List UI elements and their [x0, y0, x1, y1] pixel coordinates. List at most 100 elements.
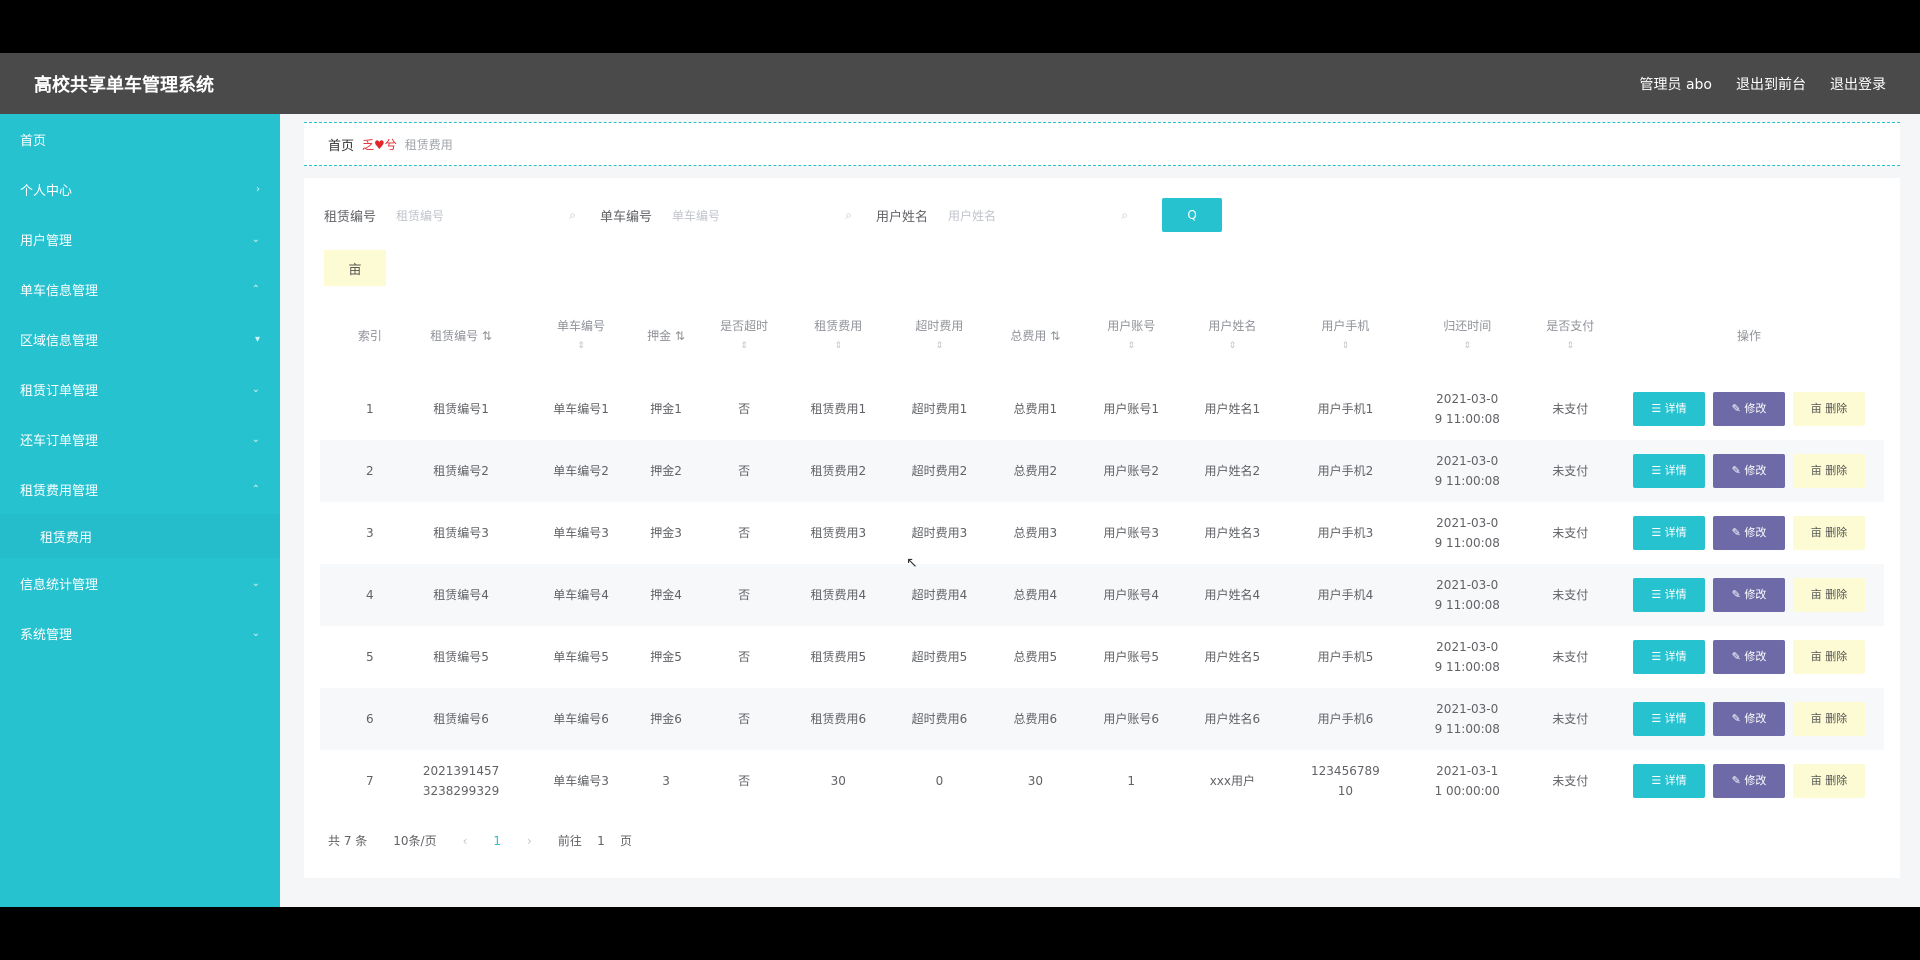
select-all-checkbox[interactable] [320, 294, 348, 378]
table-cell: 2021-03-1 1 00:00:00 [1434, 764, 1500, 798]
bike-no-input[interactable]: 单车编号 ⌕ [662, 198, 863, 232]
edit-button[interactable]: ✎ 修改 [1713, 392, 1785, 426]
content-panel: 租赁编号 租赁编号 ⌕ 单车编号 单车编号 ⌕ 用户姓名 用户姓名 ⌕ Q 亩 [304, 178, 1900, 878]
column-header[interactable]: 租赁费用 ⇕ [788, 294, 889, 378]
table-cell: 否 [700, 564, 788, 626]
next-page-button[interactable]: › [527, 834, 532, 848]
sidebar-item-rental-fees[interactable]: 租赁费用管理 ⌃ [0, 464, 280, 514]
exit-to-front-link[interactable]: 退出到前台 [1736, 74, 1806, 94]
search-icon: ⌕ [845, 207, 853, 222]
sidebar-item-user-management[interactable]: 用户管理 ⌄ [0, 214, 280, 264]
search-button[interactable]: Q [1162, 198, 1223, 232]
edit-button[interactable]: ✎ 修改 [1713, 702, 1785, 736]
row-checkbox[interactable] [320, 750, 348, 812]
table-cell: 未支付 [1526, 688, 1614, 750]
table-cell: xxx用户 [1209, 774, 1256, 788]
table-cell: 租赁编号6 [391, 688, 531, 750]
edit-button[interactable]: ✎ 修改 [1713, 454, 1785, 488]
table-cell: 3 [662, 774, 670, 788]
sidebar-item-area-info[interactable]: 区域信息管理 ▾ [0, 314, 280, 364]
table-cell: 用户姓名3 [1204, 526, 1261, 540]
table-cell: 用户手机6 [1282, 688, 1408, 750]
delete-button[interactable]: 亩 删除 [1793, 516, 1865, 550]
table-cell: 用户账号4 [1080, 564, 1182, 626]
delete-button[interactable]: 亩 删除 [1793, 578, 1865, 612]
table-cell: 押金1 [650, 402, 682, 416]
edit-button[interactable]: ✎ 修改 [1713, 764, 1785, 798]
page-number[interactable]: 1 [493, 834, 501, 848]
table-cell: 用户账号2 [1080, 440, 1182, 502]
column-header[interactable]: 租赁编号 ⇅ [392, 294, 531, 378]
sidebar-item-bike-info[interactable]: 单车信息管理 ⌃ [0, 264, 280, 314]
row-actions: ☰ 详情 ✎ 修改亩 删除 [1614, 564, 1884, 626]
column-header[interactable]: 用户手机 ⇕ [1283, 294, 1408, 378]
sidebar: 首页 个人中心 › 用户管理 ⌄ 单车信息管理 ⌃ 区域信息管理 ▾ 租赁订单管理 ⌄ 还… [0, 114, 280, 907]
delete-button[interactable]: 亩 删除 [1793, 454, 1865, 488]
table-cell: 超时费用4 [888, 564, 990, 626]
row-checkbox[interactable] [320, 440, 348, 502]
table-cell: 3 [366, 526, 374, 540]
row-checkbox[interactable] [320, 626, 348, 688]
sidebar-item-system[interactable]: 系统管理 ⌄ [0, 608, 280, 658]
table-cell: 租赁编号5 [433, 650, 489, 664]
sort-icon: ⇕ [935, 341, 944, 351]
column-header[interactable]: 归还时间 ⇕ [1408, 294, 1527, 378]
table-row: 3 租赁编号3 单车编号3 押金3 否 租赁费用3 超时费用3 总费用3 用户账号3 用户姓名3 用… [320, 502, 1884, 564]
delete-button[interactable]: 亩 删除 [1793, 702, 1865, 736]
column-header[interactable]: 用户账号 ⇕ [1081, 294, 1182, 378]
column-header[interactable]: 索引 [348, 294, 392, 378]
search-icon: ⌕ [1121, 207, 1129, 222]
delete-button[interactable]: 亩 删除 [1793, 640, 1865, 674]
detail-button[interactable]: ☰ 详情 [1633, 640, 1705, 674]
row-checkbox[interactable] [320, 378, 348, 440]
goto-input[interactable]: 1 [597, 834, 605, 848]
detail-button[interactable]: ☰ 详情 [1633, 578, 1705, 612]
table-cell: 总费用3 [1013, 526, 1058, 540]
column-header[interactable]: 总费用 ⇅ [990, 294, 1081, 378]
logout-link[interactable]: 退出登录 [1830, 74, 1886, 94]
detail-button[interactable]: ☰ 详情 [1633, 702, 1705, 736]
table-cell: 押金5 [650, 650, 682, 664]
detail-button[interactable]: ☰ 详情 [1633, 516, 1705, 550]
row-checkbox[interactable] [320, 688, 348, 750]
sidebar-item-statistics[interactable]: 信息统计管理 ⌄ [0, 558, 280, 608]
edit-button[interactable]: ✎ 修改 [1713, 640, 1785, 674]
table-row: 5 租赁编号5 单车编号5 押金5 否 租赁费用5 超时费用5 总费用5 用户账号5 用户姓名5 用… [320, 626, 1884, 688]
mouse-cursor-icon: ↖ [906, 555, 918, 571]
chevron-icon: ⌃ [251, 483, 260, 495]
column-header[interactable]: 是否超时 ⇕ [700, 294, 787, 378]
user-name-input[interactable]: 用户姓名 ⌕ [938, 198, 1139, 232]
prev-page-button[interactable]: ‹ [463, 834, 468, 848]
detail-button[interactable]: ☰ 详情 [1633, 392, 1705, 426]
edit-button[interactable]: ✎ 修改 [1713, 516, 1785, 550]
detail-button[interactable]: ☰ 详情 [1633, 454, 1705, 488]
column-header[interactable]: 超时费用 ⇕ [889, 294, 990, 378]
chevron-icon: ⌄ [251, 433, 260, 445]
breadcrumb-home[interactable]: 首页 [328, 135, 354, 154]
column-header[interactable]: 押金 ⇅ [632, 294, 701, 378]
table-cell: 未支付 [1552, 526, 1589, 540]
column-header[interactable]: 用户姓名 ⇕ [1182, 294, 1283, 378]
sidebar-item-home[interactable]: 首页 [0, 114, 280, 164]
delete-button[interactable]: 亩 删除 [1793, 392, 1865, 426]
delete-button[interactable]: 亩 删除 [1793, 764, 1865, 798]
table-cell: 0 [935, 774, 944, 788]
app-window: 高校共享单车管理系统 管理员 abo 退出到前台 退出登录 首页 个人中心 › 用… [0, 53, 1920, 907]
row-actions: ☰ 详情 ✎ 修改亩 删除 [1614, 626, 1884, 688]
batch-delete-button[interactable]: 亩 [324, 250, 386, 286]
sidebar-subitem-rental-fee[interactable]: 租赁费用 [0, 514, 280, 558]
chevron-icon: ⌄ [251, 233, 260, 245]
table-cell: 2021-03-0 9 11:00:08 [1434, 640, 1500, 674]
row-checkbox[interactable] [320, 564, 348, 626]
column-header[interactable]: 单车编号 ⇕ [530, 294, 631, 378]
edit-button[interactable]: ✎ 修改 [1713, 578, 1785, 612]
sidebar-item-return-orders[interactable]: 还车订单管理 ⌄ [0, 414, 280, 464]
detail-button[interactable]: ☰ 详情 [1633, 764, 1705, 798]
column-header[interactable]: 是否支付 ⇕ [1527, 294, 1614, 378]
sidebar-item-rental-orders[interactable]: 租赁订单管理 ⌄ [0, 364, 280, 414]
rental-no-input[interactable]: 租赁编号 ⌕ [386, 198, 587, 232]
page-size-select[interactable]: 10条/页 [393, 832, 436, 849]
row-checkbox[interactable] [320, 502, 348, 564]
table-cell: 用户姓名1 [1204, 402, 1261, 416]
sidebar-item-personal-center[interactable]: 个人中心 › [0, 164, 280, 214]
